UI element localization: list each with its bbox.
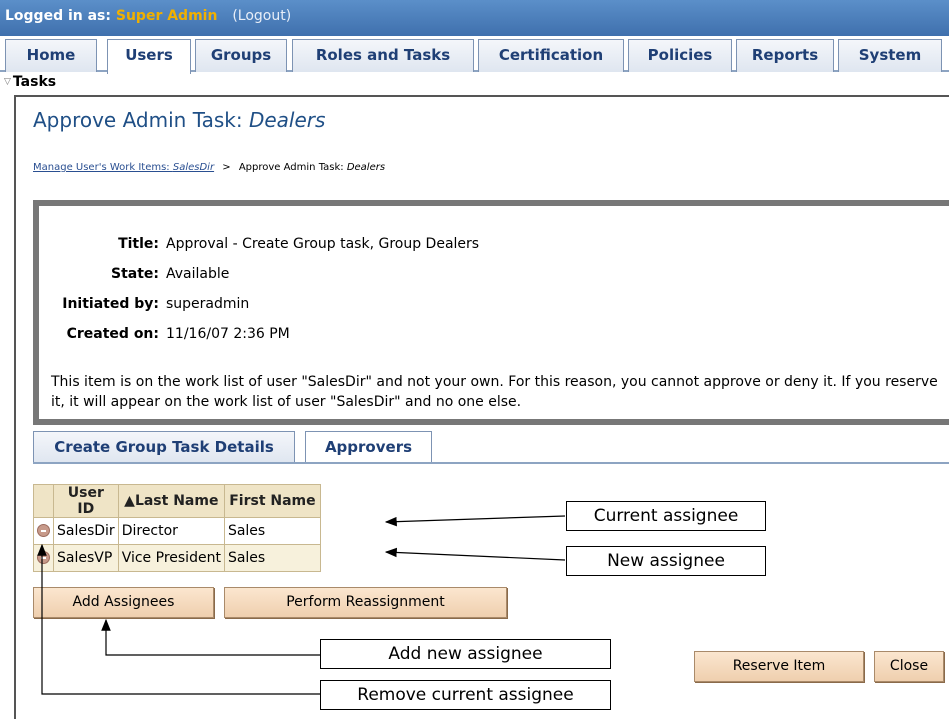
arrow-remove-assignee — [37, 543, 320, 695]
arrow-add-assignee — [101, 618, 320, 656]
callout-current-assignee: Current assignee — [566, 501, 766, 531]
annotation-arrows — [37, 515, 566, 695]
callout-add-assignee: Add new assignee — [320, 639, 611, 669]
arrow-current-assignee — [384, 515, 566, 527]
callout-remove-assignee: Remove current assignee — [320, 680, 611, 710]
callout-new-assignee: New assignee — [566, 546, 766, 576]
arrow-new-assignee — [384, 547, 566, 561]
